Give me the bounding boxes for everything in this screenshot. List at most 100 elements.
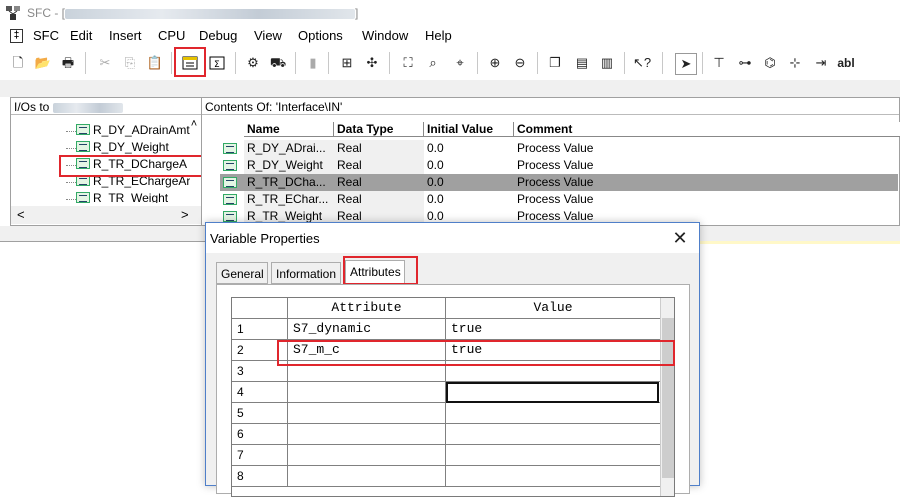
cell-initial-value[interactable]: 0.0 bbox=[424, 191, 514, 208]
run-properties-icon[interactable]: Σ bbox=[207, 53, 227, 73]
column-header-attribute[interactable]: Attribute bbox=[288, 298, 446, 319]
table-row[interactable]: R_TR_DCha... Real 0.0 Process Value bbox=[220, 174, 898, 191]
compile-icon[interactable]: ⚙ bbox=[243, 53, 263, 73]
grid-value-cell[interactable] bbox=[446, 424, 660, 445]
cell-data-type[interactable]: Real bbox=[334, 174, 424, 191]
cell-initial-value[interactable]: 0.0 bbox=[424, 157, 514, 174]
menu-debug[interactable]: Debug bbox=[199, 28, 237, 43]
text-label-icon[interactable]: abl bbox=[836, 53, 856, 73]
cell-name[interactable]: R_TR_DCha... bbox=[244, 174, 334, 191]
grid-attribute-cell[interactable] bbox=[288, 424, 446, 445]
grid-row[interactable]: 6 bbox=[232, 424, 660, 445]
cell-comment[interactable]: Process Value bbox=[514, 140, 814, 157]
column-header-name[interactable]: Name bbox=[244, 122, 334, 137]
menu-options[interactable]: Options bbox=[298, 28, 343, 43]
menu-help[interactable]: Help bbox=[425, 28, 452, 43]
download-icon[interactable]: ⛟ bbox=[268, 53, 288, 73]
step-transition-icon[interactable]: ⊤ bbox=[709, 53, 729, 73]
insert-step-icon[interactable]: ⇥ bbox=[811, 53, 831, 73]
menu-edit[interactable]: Edit bbox=[70, 28, 92, 43]
column-header-comment[interactable]: Comment bbox=[514, 122, 900, 137]
close-icon[interactable]: ✕ bbox=[669, 227, 691, 249]
grid-attribute-cell[interactable] bbox=[288, 466, 446, 487]
grid-row[interactable]: 4 bbox=[232, 382, 660, 403]
paste-icon[interactable]: 📋 bbox=[145, 53, 165, 73]
cell-data-type[interactable]: Real bbox=[334, 157, 424, 174]
grid-attribute-cell[interactable] bbox=[288, 403, 446, 424]
cell-data-type[interactable]: Real bbox=[334, 140, 424, 157]
tree-item-r-dy-adrainamt[interactable]: R_DY_ADrainAmt bbox=[76, 123, 190, 139]
cell-initial-value[interactable]: 0.0 bbox=[424, 174, 514, 191]
tree-icon[interactable]: ✣ bbox=[362, 53, 382, 73]
print-icon[interactable]: 🖶 bbox=[58, 53, 78, 73]
grid-value-cell[interactable] bbox=[446, 403, 660, 424]
alternative-branch-icon[interactable]: ⊶ bbox=[735, 53, 755, 73]
new-file-icon[interactable]: 🗋 bbox=[8, 53, 28, 73]
split-vertical-icon[interactable]: ▥ bbox=[597, 53, 617, 73]
scroll-left-icon[interactable]: < bbox=[17, 207, 25, 222]
table-row[interactable]: R_TR_EChar... Real 0.0 Process Value bbox=[220, 191, 898, 208]
cut-icon[interactable]: ✂ bbox=[95, 53, 115, 73]
zoom-in-icon[interactable]: ⊕ bbox=[485, 53, 505, 73]
zoom-out-icon[interactable]: ⊖ bbox=[510, 53, 530, 73]
open-folder-icon[interactable]: 📂 bbox=[33, 53, 53, 73]
menu-sfc[interactable]: SFC bbox=[33, 28, 59, 43]
zoom-area-icon[interactable]: ⌕ bbox=[423, 53, 443, 73]
active-edit-cell[interactable] bbox=[446, 382, 659, 403]
menu-view[interactable]: View bbox=[254, 28, 282, 43]
grid-row-number[interactable]: 8 bbox=[232, 466, 288, 487]
scroll-up-icon[interactable]: ˄ bbox=[187, 118, 201, 130]
context-help-icon[interactable]: ↖? bbox=[632, 53, 652, 73]
grid-value-cell[interactable]: true bbox=[446, 319, 660, 340]
cell-initial-value[interactable]: 0.0 bbox=[424, 140, 514, 157]
system-menu-icon[interactable]: ‡ bbox=[10, 29, 23, 43]
grid-row-number[interactable]: 5 bbox=[232, 403, 288, 424]
grid-row[interactable]: 5 bbox=[232, 403, 660, 424]
zoom-fit-icon[interactable]: ⛶ bbox=[398, 53, 418, 73]
grid-row[interactable]: 8 bbox=[232, 466, 660, 487]
split-horizontal-icon[interactable]: ▤ bbox=[572, 53, 592, 73]
cell-comment[interactable]: Process Value bbox=[514, 157, 814, 174]
grid-row[interactable]: 7 bbox=[232, 445, 660, 466]
grid-value-cell[interactable] bbox=[446, 466, 660, 487]
grid-row-number[interactable]: 7 bbox=[232, 445, 288, 466]
menu-window[interactable]: Window bbox=[362, 28, 408, 43]
cell-data-type[interactable]: Real bbox=[334, 191, 424, 208]
cell-name[interactable]: R_TR_EChar... bbox=[244, 191, 334, 208]
zoom-pointer-icon[interactable]: ⌖ bbox=[450, 53, 470, 73]
column-header-value[interactable]: Value bbox=[446, 298, 660, 319]
scroll-right-icon[interactable]: > bbox=[181, 207, 189, 222]
grid-value-cell[interactable] bbox=[446, 445, 660, 466]
grid-row-number[interactable]: 6 bbox=[232, 424, 288, 445]
column-header-data-type[interactable]: Data Type bbox=[334, 122, 424, 137]
grid-attribute-cell[interactable] bbox=[288, 445, 446, 466]
cell-comment[interactable]: Process Value bbox=[514, 174, 814, 191]
tree-horizontal-scrollbar[interactable]: < > bbox=[11, 206, 201, 224]
cascade-icon[interactable]: ❐ bbox=[545, 53, 565, 73]
column-header-initial-value[interactable]: Initial Value bbox=[424, 122, 514, 137]
menu-insert[interactable]: Insert bbox=[109, 28, 142, 43]
cell-name[interactable]: R_DY_Weight bbox=[244, 157, 334, 174]
table-row[interactable]: R_DY_ADrai... Real 0.0 Process Value bbox=[220, 140, 898, 157]
tab-general[interactable]: General bbox=[216, 262, 268, 284]
grid-attribute-cell[interactable] bbox=[288, 382, 446, 403]
select-pointer-icon[interactable]: ➤ bbox=[675, 53, 697, 75]
table-row[interactable]: R_DY_Weight Real 0.0 Process Value bbox=[220, 157, 898, 174]
sfc-app-icon[interactable] bbox=[5, 5, 21, 21]
grid-row[interactable]: 1 S7_dynamic true bbox=[232, 319, 660, 340]
block-icon[interactable]: ▮ bbox=[303, 53, 323, 73]
overview-icon[interactable]: ⊞ bbox=[337, 53, 357, 73]
grid-vertical-scrollbar[interactable] bbox=[660, 298, 674, 496]
jump-icon[interactable]: ⌬ bbox=[760, 53, 780, 73]
tab-information[interactable]: Information bbox=[271, 262, 341, 284]
cell-comment[interactable]: Process Value bbox=[514, 191, 814, 208]
cell-name[interactable]: R_DY_ADrai... bbox=[244, 140, 334, 157]
grid-row-number[interactable]: 4 bbox=[232, 382, 288, 403]
grid-row-number[interactable]: 1 bbox=[232, 319, 288, 340]
grid-attribute-cell[interactable]: S7_dynamic bbox=[288, 319, 446, 340]
tree-item-r-dy-weight[interactable]: R_DY_Weight bbox=[76, 140, 169, 156]
tree-item-r-tr-weight[interactable]: R_TR_Weight bbox=[76, 191, 168, 203]
simultaneous-branch-icon[interactable]: ⊹ bbox=[785, 53, 805, 73]
copy-icon[interactable]: ⎘ bbox=[120, 53, 140, 73]
menu-cpu[interactable]: CPU bbox=[158, 28, 185, 43]
